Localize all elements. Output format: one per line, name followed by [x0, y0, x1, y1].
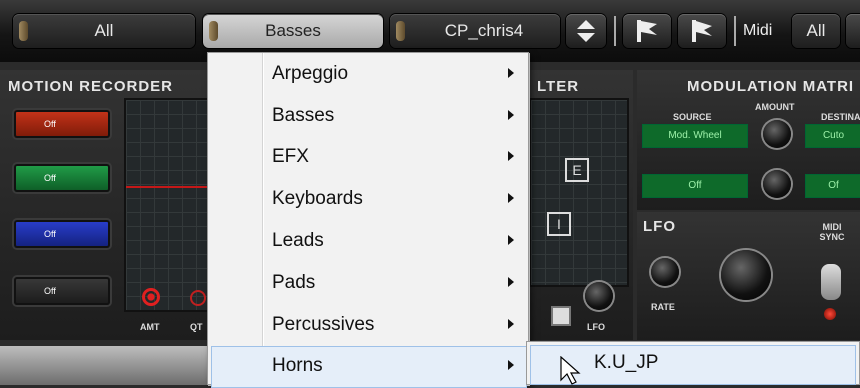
submenu-item-label: K.U_JP	[594, 352, 659, 373]
motion-track-3-button[interactable]: Off	[14, 220, 110, 248]
midi-sync-led	[824, 308, 836, 320]
menu-item-arpeggio[interactable]: Arpeggio	[208, 54, 528, 96]
filter-lfo-label: LFO	[587, 322, 605, 332]
flag-back-icon	[637, 20, 657, 42]
motion-recorder-title: MOTION RECORDER	[8, 78, 173, 95]
grip-icon	[209, 21, 218, 41]
menu-item-label: Pads	[272, 272, 316, 293]
submenu-arrow-icon	[508, 360, 514, 370]
motion-track-1-button[interactable]: Off	[14, 110, 110, 138]
record-button[interactable]	[142, 288, 160, 306]
submenu-arrow-icon	[508, 193, 514, 203]
category-selector[interactable]: Basses	[203, 14, 383, 48]
mod-amount-1-knob[interactable]	[763, 120, 791, 148]
toolbar-divider	[614, 16, 616, 46]
submenu-arrow-icon	[508, 319, 514, 329]
previous-preset-button[interactable]	[623, 14, 671, 48]
menu-item-label: Horns	[272, 355, 323, 376]
modulation-matrix-title: MODULATION MATRI	[687, 78, 855, 95]
category-dropdown-menu: Arpeggio Basses EFX Keyboards Leads Pads…	[207, 52, 529, 388]
submenu-arrow-icon	[508, 110, 514, 120]
destination-label: DESTINA	[821, 112, 860, 122]
lfo-waveform-knob[interactable]	[721, 250, 771, 300]
motion-curve	[126, 186, 212, 188]
filter-lfo-knob[interactable]	[585, 282, 613, 310]
quantize-indicator	[190, 290, 206, 306]
midi-label: Midi	[743, 22, 773, 39]
submenu-arrow-icon	[508, 235, 514, 245]
amount-label: AMOUNT	[755, 102, 795, 112]
mod-source-2-field[interactable]: Off	[642, 174, 748, 198]
menu-item-label: Leads	[272, 230, 324, 251]
submenu-arrow-icon	[508, 68, 514, 78]
submenu-arrow-icon	[508, 151, 514, 161]
filter-mode-e-button[interactable]: E	[565, 158, 589, 182]
filter-display	[529, 98, 629, 287]
preset-selector[interactable]: CP_chris4	[390, 14, 560, 48]
mod-amount-2-knob[interactable]	[763, 170, 791, 198]
bank-selector[interactable]: All	[13, 14, 195, 48]
menu-item-basses[interactable]: Basses	[208, 96, 528, 138]
midi-channel-value: All	[806, 21, 826, 40]
lfo-panel: LFO RATE MIDI SYNC	[637, 212, 860, 340]
menu-item-label: Arpeggio	[272, 63, 349, 84]
midi-channel-selector[interactable]: All	[792, 14, 840, 48]
mod-destination-1-field[interactable]: Cuto	[805, 124, 860, 148]
filter-panel: LTER E I LFO	[529, 70, 633, 340]
preset-stepper[interactable]	[566, 14, 606, 48]
filter-mode-i-button[interactable]: I	[547, 212, 571, 236]
lfo-rate-label: RATE	[651, 302, 675, 312]
mouse-cursor-icon	[560, 356, 581, 385]
midi-sync-toggle[interactable]	[821, 264, 841, 300]
menu-item-percussives[interactable]: Percussives	[208, 305, 528, 347]
mod-destination-2-field[interactable]: Of	[805, 174, 860, 198]
motion-recorder-display	[124, 98, 214, 312]
amt-label: AMT	[140, 322, 160, 332]
grip-icon	[396, 21, 405, 41]
modulation-matrix-panel: MODULATION MATRI SOURCE AMOUNT DESTINA M…	[637, 70, 860, 210]
toolbar-divider	[734, 16, 736, 46]
menu-item-leads[interactable]: Leads	[208, 221, 528, 263]
motion-track-4-button[interactable]: Off	[14, 277, 110, 305]
toolbar-overflow-button[interactable]	[846, 14, 860, 48]
submenu-arrow-icon	[508, 277, 514, 287]
flag-forward-icon	[692, 20, 712, 42]
filter-title: LTER	[537, 78, 580, 95]
source-label: SOURCE	[673, 112, 712, 122]
menu-item-efx[interactable]: EFX	[208, 137, 528, 179]
category-selector-label: Basses	[265, 21, 321, 40]
menu-item-label: Percussives	[272, 314, 375, 335]
preset-name: CP_chris4	[444, 21, 524, 40]
qt-label: QT	[190, 322, 203, 332]
lfo-rate-knob[interactable]	[651, 258, 679, 286]
menu-item-label: EFX	[272, 146, 309, 167]
grip-icon	[19, 21, 28, 41]
menu-item-pads[interactable]: Pads	[208, 263, 528, 305]
motion-track-2-button[interactable]: Off	[14, 164, 110, 192]
filter-switch[interactable]	[551, 306, 571, 326]
menu-item-label: Basses	[272, 105, 335, 126]
up-down-arrow-icon	[577, 20, 595, 42]
next-preset-button[interactable]	[678, 14, 726, 48]
mod-source-1-field[interactable]: Mod. Wheel	[642, 124, 748, 148]
midi-sync-label: MIDI SYNC	[819, 222, 845, 242]
bank-selector-label: All	[94, 21, 114, 40]
motion-recorder-panel: MOTION RECORDER Off Off Off Off AMT QT	[0, 70, 214, 340]
menu-item-keyboards[interactable]: Keyboards	[208, 179, 528, 221]
lfo-title: LFO	[643, 218, 676, 235]
menu-item-label: Keyboards	[272, 188, 363, 209]
menu-item-horns[interactable]: Horns	[211, 346, 527, 388]
